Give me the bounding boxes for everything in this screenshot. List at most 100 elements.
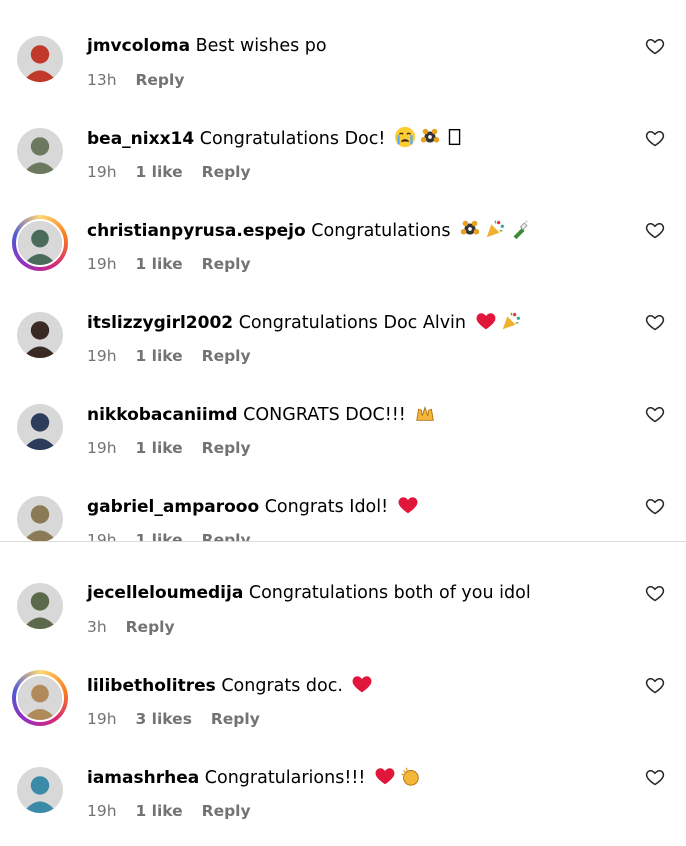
comment-time: 19h [87,531,117,541]
avatar[interactable] [17,583,63,629]
comment-username[interactable]: lilibetholitres [87,676,216,696]
comment-time: 19h [87,163,117,181]
comment-time: 19h [87,439,117,457]
comment-time: 19h [87,347,117,365]
reply-button[interactable]: Reply [202,347,251,365]
comment-text: Congratulations [311,221,451,241]
comment-time: 19h [87,802,117,820]
celebration-emoji [419,126,441,148]
comment-time: 19h [87,255,117,273]
comment-line: iamashrhea Congratularions!!! [87,765,421,790]
party-popper-emoji [484,218,506,240]
comment-username[interactable]: jecelleloumedija [87,583,243,603]
comment-meta: 19h 1 like Reply [87,530,265,541]
comment-username[interactable]: bea_nixx14 [87,129,194,149]
comment-meta: 19h 1 like Reply [87,438,265,458]
comment-likes[interactable]: 1 like [135,163,182,181]
comment-item: nikkobacaniimd CONGRATS DOC!!! 19h 1 lik… [0,394,686,474]
heart-outline-icon[interactable] [645,220,665,240]
red-heart-emoji [351,673,373,695]
comment-username[interactable]: jmvcoloma [87,36,190,56]
reply-button[interactable]: Reply [202,439,251,457]
party-popper-emoji [500,310,522,332]
avatar[interactable] [12,670,68,726]
comment-item: lilibetholitres Congrats doc. 19h 3 like… [0,665,686,745]
comment-meta: 19h 3 likes Reply [87,709,274,729]
comment-emojis [472,310,522,333]
comment-text: Congratulations Doc Alvin [238,313,466,333]
reply-button[interactable]: Reply [126,618,175,636]
heart-outline-icon[interactable] [645,583,665,603]
red-heart-emoji [397,494,419,516]
comment-time: 3h [87,618,107,636]
comment-item: jmvcoloma Best wishes po 13h Reply [0,26,686,106]
celebration-emoji [459,218,481,240]
red-heart-emoji [374,765,396,787]
avatar[interactable] [17,496,63,541]
comment-meta: 19h 1 like Reply [87,801,265,821]
comment-meta: 19h 1 like Reply [87,254,265,274]
comment-username[interactable]: christianpyrusa.espejo [87,221,306,241]
reply-button[interactable]: Reply [135,71,184,89]
comment-meta: 13h Reply [87,70,198,90]
comment-line: itslizzygirl2002 Congratulations Doc Alv… [87,310,522,335]
comment-emojis [348,676,373,696]
comment-line: jmvcoloma Best wishes po [87,34,327,58]
avatar[interactable] [12,215,68,271]
raising-hands-emoji [414,402,436,424]
comment-line: bea_nixx14 Congratulations Doc! [87,126,466,151]
comment-likes[interactable]: 3 likes [135,710,191,728]
reply-button[interactable]: Reply [211,710,260,728]
comment-item: bea_nixx14 Congratulations Doc! 19h 1 li… [0,118,686,198]
comment-username[interactable]: gabriel_amparooo [87,497,259,517]
comment-item: christianpyrusa.espejo Congratulations 1… [0,210,686,290]
comment-likes[interactable]: 1 like [135,347,182,365]
comment-text: Congrats doc. [221,676,343,696]
comment-text: Congrats Idol! [264,497,389,517]
comment-time: 19h [87,710,117,728]
reply-button[interactable]: Reply [202,531,251,541]
bottle-emoji [509,218,531,240]
comment-likes[interactable]: 1 like [135,531,182,541]
heart-outline-icon[interactable] [645,496,665,516]
avatar[interactable] [17,767,63,813]
comment-likes[interactable]: 1 like [135,439,182,457]
reply-button[interactable]: Reply [202,163,251,181]
comment-line: gabriel_amparooo Congrats Idol! [87,494,419,519]
comment-username[interactable]: itslizzygirl2002 [87,313,233,333]
comment-item: jecelleloumedija Congratulations both of… [0,573,686,653]
comment-username[interactable]: iamashrhea [87,768,199,788]
heart-outline-icon[interactable] [645,767,665,787]
comment-text: Congratulations both of you idol [248,583,531,603]
comment-emojis [456,218,531,241]
heart-outline-icon[interactable] [645,404,665,424]
comment-likes[interactable]: 1 like [135,255,182,273]
comment-likes[interactable]: 1 like [135,802,182,820]
avatar[interactable] [17,36,63,82]
unknown-glyph [444,126,466,148]
comment-text: Congratulations Doc! [199,129,386,149]
comment-text: Best wishes po [195,36,327,56]
crying-face-emoji [394,126,416,148]
reply-button[interactable]: Reply [202,802,251,820]
avatar[interactable] [17,404,63,450]
section-divider [0,541,686,542]
comment-username[interactable]: nikkobacaniimd [87,405,238,425]
heart-outline-icon[interactable] [645,312,665,332]
comment-item: itslizzygirl2002 Congratulations Doc Alv… [0,302,686,382]
comment-line: jecelleloumedija Congratulations both of… [87,581,531,605]
comment-item: iamashrhea Congratularions!!! 19h 1 like… [0,757,686,837]
comment-meta: 19h 1 like Reply [87,346,265,366]
comment-meta: 3h Reply [87,617,189,637]
heart-outline-icon[interactable] [645,36,665,56]
avatar[interactable] [17,128,63,174]
comment-text: CONGRATS DOC!!! [243,405,406,425]
comment-text: Congratularions!!! [204,768,366,788]
red-heart-emoji [475,310,497,332]
clapping-hands-emoji [399,765,421,787]
avatar[interactable] [17,312,63,358]
heart-outline-icon[interactable] [645,128,665,148]
comment-emojis [411,405,436,425]
heart-outline-icon[interactable] [645,675,665,695]
reply-button[interactable]: Reply [202,255,251,273]
